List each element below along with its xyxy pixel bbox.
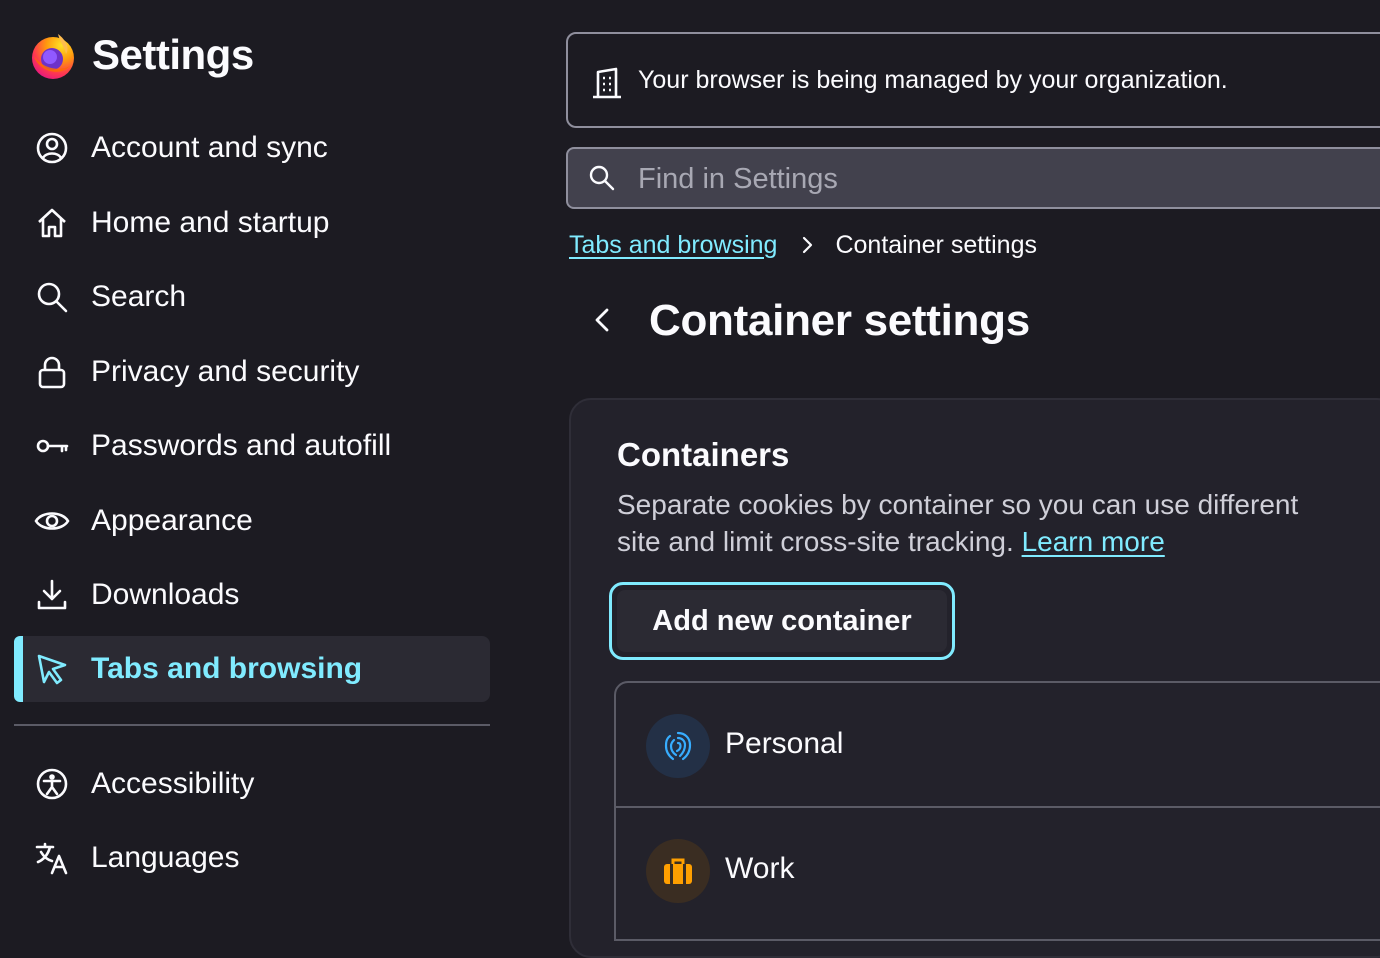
sidebar-item-passwords-and-autofill[interactable]: Passwords and autofill [14,413,490,479]
settings-title: Settings [92,31,254,78]
container-badge [646,839,710,903]
sidebar-item-privacy-and-security[interactable]: Privacy and security [14,339,490,405]
containers-description: Separate cookies by container so you can… [617,486,1380,560]
search-icon [589,165,615,191]
sidebar-item-search[interactable]: Search [14,264,490,330]
breadcrumb: Tabs and browsing Container settings [569,228,1037,262]
container-row-work[interactable]: Work [614,808,1380,934]
search-icon [34,279,70,315]
container-row-personal[interactable]: Personal [614,683,1380,809]
translate-icon [34,840,70,876]
breadcrumb-current: Container settings [835,230,1037,259]
sidebar-item-label: Languages [91,841,240,874]
sidebar-item-label: Tabs and browsing [91,652,363,685]
settings-search[interactable] [566,147,1380,209]
sidebar-item-downloads[interactable]: Downloads [14,562,490,628]
back-button[interactable] [585,302,621,338]
sidebar-item-appearance[interactable]: Appearance [14,488,490,554]
learn-more-link[interactable]: Learn more [1022,526,1165,557]
sidebar-item-label: Appearance [91,504,253,537]
sidebar-item-label: Downloads [91,578,240,611]
sidebar-item-tabs-and-browsing[interactable]: Tabs and browsing [14,636,490,702]
sidebar-item-label: Accessibility [91,767,255,800]
sidebar-item-label: Search [91,280,187,313]
add-new-container-button[interactable]: Add new container [609,582,955,660]
page-title: Container settings [649,296,1030,345]
managed-notice-text: Your browser is being managed by your or… [638,65,1228,94]
sidebar-item-accessibility[interactable]: Accessibility [14,751,490,817]
download-icon [34,577,70,613]
chevron-right-icon [803,236,813,254]
container-badge [646,714,710,778]
sidebar-item-label: Account and sync [91,131,328,164]
accessibility-icon [34,766,70,802]
sidebar-item-languages[interactable]: Languages [14,825,490,891]
lock-icon [34,354,70,390]
sidebar-brand: Settings [28,30,254,80]
containers-heading: Containers [617,436,790,473]
fingerprint-icon [664,731,692,761]
briefcase-icon [664,858,692,884]
sidebar-item-label: Privacy and security [91,355,360,388]
container-name: Personal [725,727,844,760]
eye-icon [34,503,70,539]
cursor-icon [34,651,70,687]
sidebar-item-home-and-startup[interactable]: Home and startup [14,190,490,256]
breadcrumb-link-tabs-and-browsing[interactable]: Tabs and browsing [569,231,777,260]
building-icon [593,67,621,99]
sidebar-item-label: Home and startup [91,206,330,239]
sidebar-item-account-and-sync[interactable]: Account and sync [14,115,490,181]
key-icon [34,428,70,464]
sidebar-item-label: Passwords and autofill [91,429,392,462]
firefox-logo-icon [32,34,74,79]
home-icon [34,205,70,241]
sidebar-divider [14,724,490,726]
container-name: Work [725,852,795,885]
managed-notice: Your browser is being managed by your or… [566,32,1380,128]
search-input[interactable] [636,157,1340,201]
description-line-1: Separate cookies by container so you can… [617,489,1299,520]
description-line-2: site and limit cross-site tracking. [617,526,1014,557]
add-new-container-label: Add new container [617,590,947,652]
account-icon [34,130,70,166]
sidebar: Settings Account and sync Home and start… [0,0,510,914]
